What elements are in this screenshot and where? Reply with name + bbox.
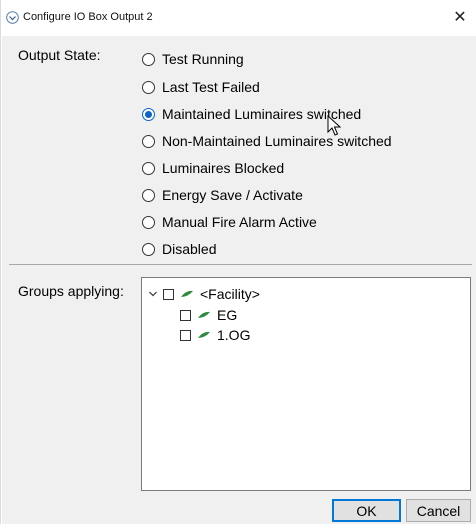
- app-icon: [6, 11, 19, 24]
- dialog-window: Configure IO Box Output 2 ✕ Output State…: [0, 0, 476, 524]
- output-state-label: Output State:: [18, 47, 101, 63]
- separator: [9, 264, 472, 265]
- chevron-down-icon: [149, 291, 157, 297]
- radio-energy-save-activate[interactable]: Energy Save / Activate: [142, 185, 303, 205]
- radio-label: Test Running: [162, 51, 244, 67]
- title-bar[interactable]: Configure IO Box Output 2 ✕: [1, 0, 476, 36]
- cancel-button[interactable]: Cancel: [406, 499, 471, 522]
- radio-non-maintained-luminaires-switched[interactable]: Non-Maintained Luminaires switched: [142, 131, 392, 151]
- leaf-icon: [198, 311, 210, 318]
- expander[interactable]: [146, 287, 160, 301]
- checkbox[interactable]: [180, 309, 191, 321]
- ok-button[interactable]: OK: [332, 499, 401, 522]
- radio-selected-dot: [145, 110, 152, 118]
- radio-test-running[interactable]: Test Running: [142, 49, 244, 69]
- radio-last-test-failed[interactable]: Last Test Failed: [142, 77, 260, 97]
- radio-label: Manual Fire Alarm Active: [162, 214, 317, 230]
- radio-button[interactable]: [142, 134, 155, 148]
- close-button[interactable]: ✕: [447, 6, 473, 30]
- radio-button[interactable]: [142, 80, 155, 94]
- radio-button[interactable]: [142, 215, 155, 229]
- tree-item-label: 1.OG: [217, 327, 251, 343]
- tree-item-eg[interactable]: EG: [180, 306, 237, 324]
- radio-button[interactable]: [142, 242, 155, 256]
- tree-item-label: <Facility>: [200, 286, 260, 302]
- checkbox[interactable]: [180, 329, 191, 341]
- groups-tree[interactable]: <Facility> EG 1.OG: [141, 277, 471, 491]
- tree-item-1og[interactable]: 1.OG: [180, 326, 250, 344]
- leaf-icon: [181, 290, 193, 297]
- mouse-cursor-icon: [327, 115, 341, 136]
- radio-label: Last Test Failed: [162, 79, 260, 95]
- window-title: Configure IO Box Output 2: [23, 11, 153, 23]
- radio-disabled[interactable]: Disabled: [142, 239, 216, 259]
- radio-button[interactable]: [142, 107, 155, 121]
- groups-applying-label: Groups applying:: [18, 283, 124, 299]
- tree-item-label: EG: [217, 307, 238, 323]
- radio-button[interactable]: [142, 52, 155, 66]
- radio-label: Disabled: [162, 241, 217, 257]
- radio-button[interactable]: [142, 188, 155, 202]
- close-icon: ✕: [453, 9, 467, 26]
- radio-label: Luminaires Blocked: [162, 160, 285, 176]
- radio-label: Non-Maintained Luminaires switched: [162, 133, 392, 149]
- radio-manual-fire-alarm-active[interactable]: Manual Fire Alarm Active: [142, 212, 317, 232]
- leaf-icon: [198, 331, 210, 338]
- radio-button[interactable]: [142, 161, 155, 175]
- checkbox[interactable]: [163, 288, 174, 300]
- radio-label: Energy Save / Activate: [162, 187, 303, 203]
- radio-luminaires-blocked[interactable]: Luminaires Blocked: [142, 158, 284, 178]
- tree-item-facility[interactable]: <Facility>: [146, 285, 260, 303]
